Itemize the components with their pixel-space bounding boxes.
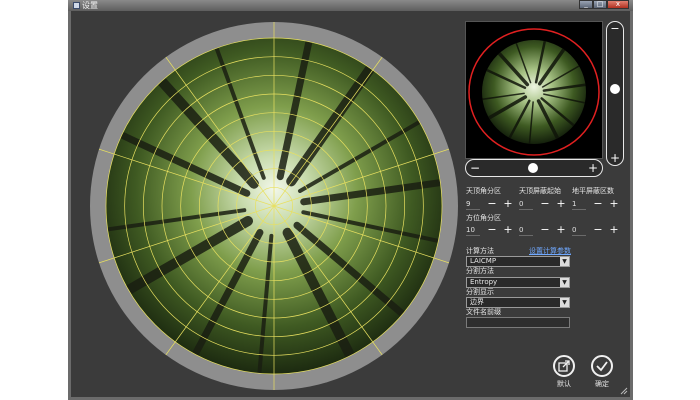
azimuth-div-stepper: 10 − + <box>466 224 518 238</box>
title-bar[interactable]: 设置 _ □ x <box>68 0 633 11</box>
maximize-button[interactable]: □ <box>593 0 607 9</box>
default-button-label: 默认 <box>557 380 571 388</box>
classify-method-select[interactable]: Entropy ▼ <box>466 277 570 288</box>
classify-method-label: 分割方法 <box>466 267 494 275</box>
zenith-div-stepper: 9 − + <box>466 198 518 212</box>
zoom-slider-thumb[interactable] <box>610 84 620 94</box>
ok-button-label: 确定 <box>595 380 609 388</box>
client-area: − + − + 天顶角分区 天顶屏蔽起始 地平屏蔽区数 9 − + 0 − + … <box>71 11 630 397</box>
zenith-mask-end-label: 地平屏蔽区数 <box>572 187 614 195</box>
classify-display-select[interactable]: 边界 ▼ <box>466 297 570 308</box>
increment-button[interactable]: + <box>502 198 514 211</box>
calc-method-value: LAICMP <box>470 257 497 265</box>
radius-slider-horizontal[interactable]: − + <box>465 159 603 177</box>
decrement-button[interactable]: − <box>486 198 498 211</box>
increment-button[interactable]: + <box>502 224 514 237</box>
decrement-button[interactable]: − <box>592 198 604 211</box>
hemispheric-image <box>90 22 458 390</box>
window-title: 设置 <box>82 1 98 10</box>
zoom-plus[interactable]: + <box>607 152 623 164</box>
close-button[interactable]: x <box>607 0 629 9</box>
preview-photo <box>482 40 586 144</box>
increment-button[interactable]: + <box>555 198 567 211</box>
decrement-button[interactable]: − <box>592 224 604 237</box>
chevron-down-icon[interactable]: ▼ <box>560 278 569 287</box>
stepper-value[interactable]: 10 <box>466 226 480 235</box>
classify-display-value: 边界 <box>470 298 484 306</box>
hemispheric-image-view[interactable] <box>88 21 461 391</box>
stepper-value[interactable]: 0 <box>519 200 533 209</box>
decrement-button[interactable]: − <box>486 224 498 237</box>
settings-window: 设置 _ □ x − + − + 天顶角分区 天顶屏蔽起始 地平屏蔽区数 9 −… <box>68 0 633 400</box>
increment-button[interactable]: + <box>555 224 567 237</box>
radius-slider-thumb[interactable] <box>528 163 538 173</box>
decrement-button[interactable]: − <box>539 198 551 211</box>
preview-image <box>468 28 600 156</box>
stepper-value[interactable]: 9 <box>466 200 480 209</box>
classify-display-label: 分割显示 <box>466 288 494 296</box>
calc-param-link[interactable]: 设置计算参数 <box>529 247 571 256</box>
radius-minus[interactable]: − <box>470 160 480 176</box>
file-prefix-label: 文件名前缀 <box>466 308 501 316</box>
checkmark-icon <box>596 361 608 372</box>
radius-plus[interactable]: + <box>588 160 598 176</box>
stepper-value[interactable]: 0 <box>519 226 533 235</box>
calc-method-select[interactable]: LAICMP ▼ <box>466 256 570 267</box>
resize-grip-icon[interactable] <box>620 387 628 395</box>
default-button[interactable] <box>553 355 575 377</box>
azimuth-div-label: 方位角分区 <box>466 214 501 222</box>
stepper-value[interactable]: 0 <box>572 226 586 235</box>
zenith-div-label: 天顶角分区 <box>466 187 501 195</box>
window-controls: _ □ x <box>579 0 629 10</box>
increment-button[interactable]: + <box>608 198 620 211</box>
zenith-mask-start-stepper: 0 − + <box>519 198 571 212</box>
stepper-value[interactable]: 1 <box>572 200 586 209</box>
classify-method-value: Entropy <box>470 278 498 286</box>
ok-button[interactable] <box>591 355 613 377</box>
zoom-minus[interactable]: − <box>607 23 623 35</box>
minimize-button[interactable]: _ <box>579 0 593 9</box>
azimuth-mask-start-stepper: 0 − + <box>519 224 571 238</box>
azimuth-mask-end-stepper: 0 − + <box>572 224 624 238</box>
window-icon <box>73 2 80 9</box>
export-icon <box>558 360 570 372</box>
chevron-down-icon[interactable]: ▼ <box>560 298 569 307</box>
increment-button[interactable]: + <box>608 224 620 237</box>
zoom-slider-vertical[interactable]: − + <box>606 21 624 166</box>
chevron-down-icon[interactable]: ▼ <box>560 257 569 266</box>
calc-method-label: 计算方法 <box>466 247 494 255</box>
preview-thumbnail[interactable] <box>465 21 603 159</box>
zenith-mask-end-stepper: 1 − + <box>572 198 624 212</box>
decrement-button[interactable]: − <box>539 224 551 237</box>
file-prefix-input[interactable] <box>466 317 570 328</box>
zenith-mask-start-label: 天顶屏蔽起始 <box>519 187 561 195</box>
